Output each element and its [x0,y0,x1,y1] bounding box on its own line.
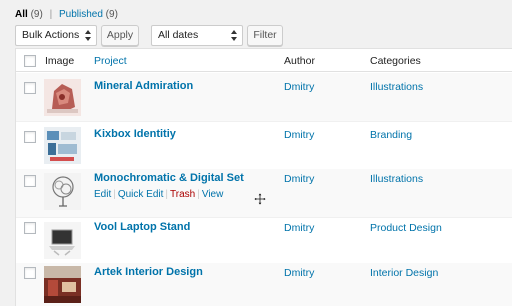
filter-published-link[interactable]: Published [59,9,103,20]
table-row: Kixbox Identitiy Dmitry Branding [16,121,512,169]
edit-link[interactable]: Edit [94,189,111,200]
category-link[interactable]: Branding [370,129,412,141]
project-title-link[interactable]: Mineral Admiration [94,80,193,92]
action-separator: | [165,189,169,200]
project-thumbnail[interactable] [44,79,81,116]
category-link[interactable]: Product Design [370,222,442,234]
table-row: Vool Laptop Stand Dmitry Product Design [16,217,512,263]
row-checkbox[interactable] [24,131,36,143]
category-link[interactable]: Illustrations [370,173,423,185]
action-separator: | [197,189,200,200]
category-link[interactable]: Illustrations [370,81,423,93]
table-row: Mineral Admiration Dmitry Illustrations [16,73,512,121]
filter-button[interactable]: Filter [247,25,283,46]
author-link[interactable]: Dmitry [284,267,314,279]
select-all-checkbox[interactable] [24,55,36,67]
project-title-link[interactable]: Kixbox Identitiy [94,128,176,140]
filter-all-link[interactable]: All [15,9,28,20]
table-row: Monochromatic & Digital Set Edit | Quick E… [16,169,512,217]
filter-all-count: (9) [30,9,43,20]
row-checkbox[interactable] [24,222,36,234]
author-link[interactable]: Dmitry [284,129,314,141]
project-thumbnail[interactable] [44,266,81,303]
action-separator: | [113,189,116,200]
filter-separator: | [49,9,53,20]
row-checkbox[interactable] [24,82,36,94]
project-title-link[interactable]: Monochromatic & Digital Set [94,172,244,184]
project-title-link[interactable]: Artek Interior Design [94,266,203,278]
projects-table: Image Project Author Categories Mineral … [15,48,512,306]
updown-arrows-icon [85,29,91,42]
author-link[interactable]: Dmitry [284,173,314,185]
project-thumbnail[interactable] [44,173,81,210]
date-filter-select[interactable]: All dates [151,25,243,46]
bulk-actions-value: Bulk Actions [22,29,80,41]
filter-published-label: Published [58,9,103,20]
column-author: Author [284,55,315,67]
category-link[interactable]: Interior Design [370,267,438,279]
author-link[interactable]: Dmitry [284,81,314,93]
bulk-actions-select[interactable]: Bulk Actions [15,25,97,46]
author-link[interactable]: Dmitry [284,222,314,234]
table-row: Artek Interior Design Dmitry Interior De… [16,263,512,306]
column-categories: Categories [370,55,421,67]
row-checkbox[interactable] [24,175,36,187]
table-header: Image Project Author Categories [16,49,512,72]
column-project[interactable]: Project [94,55,127,67]
column-image: Image [45,55,75,67]
date-filter-value: All dates [158,29,199,41]
project-title-link[interactable]: Vool Laptop Stand [94,221,190,233]
quick-edit-link[interactable]: Quick Edit [118,189,164,200]
updown-arrows-icon [231,29,237,42]
project-thumbnail[interactable] [44,127,81,164]
row-checkbox[interactable] [24,267,36,279]
view-link[interactable]: View [202,189,224,200]
row-actions: Edit | Quick Edit | Trash | View [94,189,223,200]
filter-published-count: (9) [105,9,118,20]
status-filters: All (9) | Published (9) [15,9,118,20]
project-thumbnail[interactable] [44,222,81,259]
move-cursor-icon [254,193,266,205]
trash-link[interactable]: Trash [170,189,195,200]
apply-button[interactable]: Apply [101,25,139,46]
filter-all-label: All [15,9,28,20]
